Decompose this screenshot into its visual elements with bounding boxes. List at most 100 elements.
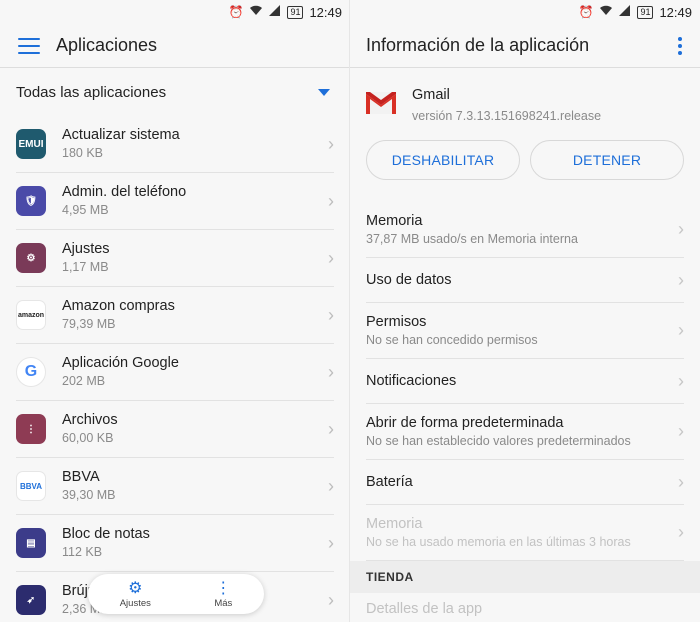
wifi-icon bbox=[599, 5, 613, 19]
chevron-right-icon: › bbox=[678, 219, 684, 239]
app-size: 180 KB bbox=[62, 146, 104, 160]
settings-icon: ⚙ bbox=[128, 579, 143, 597]
settings-item[interactable]: Uso de datos › bbox=[366, 258, 684, 303]
menu-icon[interactable] bbox=[18, 37, 40, 54]
filter-dropdown[interactable]: Todas las aplicaciones bbox=[0, 68, 350, 116]
app-list-item[interactable]: G Aplicación Google 202 MB › bbox=[16, 344, 334, 401]
settings-item[interactable]: Memoria 37,87 MB usado/s en Memoria inter… bbox=[366, 202, 684, 258]
chevron-right-icon: › bbox=[328, 133, 334, 154]
settings-item[interactable]: Notificaciones › bbox=[366, 359, 684, 404]
app-header: Gmail versión 7.3.13.151698241.release bbox=[350, 68, 700, 138]
wifi-icon bbox=[249, 5, 263, 19]
battery-icon: 91 bbox=[637, 5, 654, 19]
settings-item[interactable]: Batería › bbox=[366, 460, 684, 505]
app-list-item[interactable]: 🛡 Admin. del teléfono 4,95 MB › bbox=[16, 173, 334, 230]
settings-item[interactable]: Abrir de forma predeterminada No se han e… bbox=[366, 404, 684, 460]
status-bar-right: ⏰ 91 12:49 bbox=[350, 0, 700, 24]
emui-icon: EMUI bbox=[16, 129, 46, 159]
app-size: 79,39 MB bbox=[62, 317, 116, 331]
gear-icon: ⚙ bbox=[16, 243, 46, 273]
app-name: Bloc de notas bbox=[62, 526, 150, 542]
settings-item-title: Abrir de forma predeterminada bbox=[366, 414, 564, 431]
store-details-item[interactable]: Detalles de la app bbox=[350, 593, 700, 622]
app-name: Amazon compras bbox=[62, 298, 175, 314]
chevron-right-icon: › bbox=[328, 532, 334, 553]
settings-item-title: Batería bbox=[366, 473, 413, 490]
settings-nav-label: Ajustes bbox=[119, 597, 151, 609]
more-nav-button[interactable]: ⋮ Más bbox=[214, 580, 232, 609]
app-name: Gmail bbox=[412, 87, 450, 103]
chevron-right-icon: › bbox=[328, 304, 334, 325]
app-name: Admin. del teléfono bbox=[62, 184, 187, 200]
status-bar: ⏰ 91 12:49 bbox=[0, 0, 350, 24]
signal-icon bbox=[619, 5, 631, 19]
battery-icon: 91 bbox=[287, 5, 304, 19]
app-bar: Aplicaciones bbox=[0, 24, 350, 68]
app-list-item[interactable]: BBVA BBVA 39,30 MB › bbox=[16, 458, 334, 515]
settings-item-subtitle: 37,87 MB usado/s en Memoria interna bbox=[366, 231, 578, 246]
app-version: versión 7.3.13.151698241.release bbox=[412, 109, 602, 123]
chevron-right-icon: › bbox=[678, 370, 684, 391]
settings-item-subtitle: No se han establecido valores predetermi… bbox=[366, 433, 631, 448]
chevron-right-icon: › bbox=[328, 589, 334, 610]
alarm-icon: ⏰ bbox=[578, 5, 594, 19]
app-size: 4,95 MB bbox=[62, 203, 109, 217]
signal-icon bbox=[269, 5, 281, 19]
google-icon: G bbox=[16, 357, 46, 387]
app-size: 112 KB bbox=[62, 545, 103, 559]
dropdown-caret-icon bbox=[318, 88, 330, 96]
app-name: Actualizar sistema bbox=[62, 127, 180, 143]
page-title-right: Información de la aplicación bbox=[366, 35, 590, 55]
app-list: EMUI Actualizar sistema 180 KB › 🛡 Admin. del… bbox=[0, 116, 350, 622]
apps-list-panel: ⏰ 91 12:49 Aplicaciones Todas las aplica… bbox=[0, 0, 350, 622]
filter-label: Todas las aplicaciones bbox=[16, 83, 167, 101]
chevron-right-icon: › bbox=[328, 361, 334, 382]
compass-icon: ➶ bbox=[16, 585, 46, 615]
gmail-icon bbox=[366, 92, 396, 114]
bottom-nav: ⚙ Ajustes ⋮ Más bbox=[88, 574, 264, 614]
notepad-icon: ▤ bbox=[16, 528, 46, 558]
app-info-panel: ⏰ 91 12:49 Información de la aplicación … bbox=[350, 0, 700, 622]
clock: 12:49 bbox=[309, 4, 342, 20]
section-header: TIENDA bbox=[350, 561, 700, 593]
settings-item-title: Permisos bbox=[366, 313, 427, 330]
app-name: Ajustes bbox=[62, 241, 110, 257]
more-nav-label: Más bbox=[214, 597, 233, 609]
chevron-right-icon: › bbox=[678, 522, 684, 542]
settings-item-title: Memoria bbox=[366, 212, 423, 229]
force-stop-button[interactable]: DETENER bbox=[530, 140, 684, 180]
chevron-right-icon: › bbox=[678, 320, 684, 340]
chevron-right-icon: › bbox=[328, 247, 334, 268]
page-title: Aplicaciones bbox=[56, 35, 158, 55]
amazon-icon: amazon bbox=[16, 300, 46, 330]
app-name: Archivos bbox=[62, 412, 118, 428]
shield-icon: 🛡 bbox=[16, 186, 46, 216]
chevron-right-icon: › bbox=[678, 269, 684, 290]
app-name: Aplicación Google bbox=[62, 355, 179, 371]
settings-item-title: Notificaciones bbox=[366, 372, 457, 389]
alarm-icon: ⏰ bbox=[228, 5, 244, 19]
disable-button[interactable]: DESHABILITAR bbox=[366, 140, 520, 180]
app-list-item[interactable]: amazon Amazon compras 79,39 MB › bbox=[16, 287, 334, 344]
chevron-right-icon: › bbox=[328, 475, 334, 496]
app-list-item[interactable]: EMUI Actualizar sistema 180 KB › bbox=[16, 116, 334, 173]
chevron-right-icon: › bbox=[328, 418, 334, 439]
settings-item[interactable]: Permisos No se han concedido permisos › bbox=[366, 303, 684, 359]
app-size: 202 MB bbox=[62, 374, 106, 388]
settings-item-subtitle: No se han concedido permisos bbox=[366, 332, 538, 347]
clock: 12:49 bbox=[659, 4, 692, 20]
settings-item-subtitle: No se ha usado memoria en las últimas 3 … bbox=[366, 534, 631, 549]
overflow-menu-icon[interactable] bbox=[676, 36, 684, 55]
chevron-right-icon: › bbox=[678, 471, 684, 492]
app-size: 39,30 MB bbox=[62, 488, 116, 502]
settings-item-title: Uso de datos bbox=[366, 271, 452, 288]
app-size: 60,00 KB bbox=[62, 431, 114, 445]
more-vertical-icon: ⋮ bbox=[215, 579, 232, 597]
app-list-item[interactable]: ⚙ Ajustes 1,17 MB › bbox=[16, 230, 334, 287]
action-buttons: DESHABILITAR DETENER bbox=[350, 140, 700, 180]
app-list-item[interactable]: ▤ Bloc de notas 112 KB › bbox=[16, 515, 334, 572]
chevron-right-icon: › bbox=[328, 190, 334, 211]
settings-nav-button[interactable]: ⚙ Ajustes bbox=[120, 580, 151, 609]
app-name: BBVA bbox=[62, 469, 100, 485]
app-list-item[interactable]: ⋮ Archivos 60,00 KB › bbox=[16, 401, 334, 458]
